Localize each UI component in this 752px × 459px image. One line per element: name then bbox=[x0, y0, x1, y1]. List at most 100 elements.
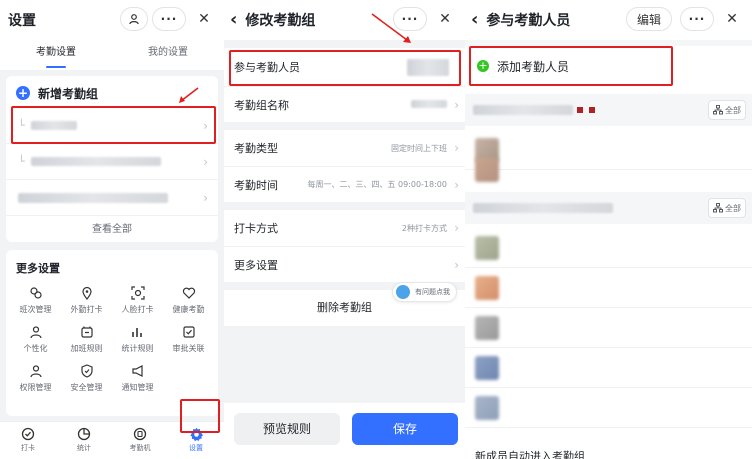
back-icon[interactable]: ‹ bbox=[471, 11, 478, 29]
grid-item-personalize[interactable]: 个性化 bbox=[10, 323, 61, 354]
members-row[interactable]: 参与考勤人员 bbox=[224, 48, 465, 86]
close-button[interactable]: ✕ bbox=[431, 7, 459, 31]
group-item[interactable]: └ › bbox=[6, 108, 218, 144]
list-item[interactable] bbox=[465, 308, 752, 348]
help-bubble[interactable]: 有问题点我 bbox=[392, 282, 457, 302]
grid-item-permission[interactable]: 权限管理 bbox=[10, 362, 61, 393]
nav-stats[interactable]: 统计 bbox=[56, 422, 112, 459]
more-settings-card: 更多设置 班次管理 外勤打卡 人脸打卡 健康考勤 个性化 加班规则 统计规则 审… bbox=[6, 250, 218, 416]
grid-item-approval[interactable]: 审批关联 bbox=[163, 323, 214, 354]
department-header: 全部 bbox=[465, 94, 752, 126]
settings-panel: 设置 ··· ✕ 考勤设置 我的设置 + 新增考勤组 └ › └ › › 查看全… bbox=[0, 0, 224, 459]
bottom-nav: 打卡 统计 考勤机 设置 bbox=[0, 421, 224, 459]
chevron-right-icon: › bbox=[454, 221, 459, 235]
window-controls: ··· ✕ bbox=[120, 7, 218, 31]
nav-checkin[interactable]: 打卡 bbox=[0, 422, 56, 459]
edit-group-footer: 预览规则 保存 bbox=[224, 403, 465, 459]
window-controls: ··· ✕ bbox=[393, 7, 459, 31]
new-group-button[interactable]: + 新增考勤组 bbox=[6, 78, 218, 108]
settings-topbar: 设置 ··· ✕ bbox=[0, 0, 224, 40]
gear-icon bbox=[189, 427, 203, 441]
window-controls: 编辑 ··· ✕ bbox=[626, 7, 746, 31]
grid-item-notify[interactable]: 通知管理 bbox=[112, 362, 163, 393]
close-button[interactable]: ✕ bbox=[190, 7, 218, 31]
edit-button[interactable]: 编辑 bbox=[626, 7, 672, 31]
list-item[interactable] bbox=[465, 268, 752, 308]
attendance-groups-card: + 新增考勤组 └ › └ › › 查看全部 bbox=[6, 76, 218, 242]
grid-item-stats-rule[interactable]: 统计规则 bbox=[112, 323, 163, 354]
preview-rules-button[interactable]: 预览规则 bbox=[234, 413, 340, 445]
view-all-link[interactable]: 查看全部 bbox=[6, 216, 218, 244]
page-title: 参与考勤人员 bbox=[486, 13, 571, 29]
group-item[interactable]: › bbox=[6, 180, 218, 216]
nav-settings[interactable]: 设置 bbox=[168, 422, 224, 459]
settings-tabs: 考勤设置 我的设置 bbox=[0, 40, 224, 70]
close-button[interactable]: ✕ bbox=[718, 7, 746, 31]
select-all-button[interactable]: 全部 bbox=[708, 100, 746, 120]
group-item[interactable]: └ › bbox=[6, 144, 218, 180]
punch-method-row[interactable]: 打卡方式 2种打卡方式 › bbox=[224, 210, 465, 246]
person-icon bbox=[29, 326, 42, 339]
grid-item-shift[interactable]: 班次管理 bbox=[10, 284, 61, 315]
list-item[interactable] bbox=[465, 150, 752, 190]
chevron-right-icon: › bbox=[454, 141, 459, 155]
heart-icon bbox=[182, 287, 195, 299]
location-icon bbox=[81, 286, 92, 300]
grid-item-overtime[interactable]: 加班规则 bbox=[61, 323, 112, 354]
save-button[interactable]: 保存 bbox=[352, 413, 458, 445]
shift-icon bbox=[29, 287, 42, 299]
device-icon bbox=[133, 427, 147, 441]
plus-icon: + bbox=[16, 86, 30, 100]
assistant-avatar-icon bbox=[396, 285, 410, 299]
back-icon[interactable]: ‹ bbox=[230, 11, 237, 29]
profile-button[interactable] bbox=[120, 7, 148, 31]
select-all-button[interactable]: 全部 bbox=[708, 198, 746, 218]
new-group-label: 新增考勤组 bbox=[38, 86, 99, 101]
chevron-right-icon: › bbox=[454, 177, 459, 192]
chevron-right-icon: › bbox=[454, 257, 459, 272]
more-settings-grid: 班次管理 外勤打卡 人脸打卡 健康考勤 个性化 加班规则 统计规则 审批关联 权… bbox=[6, 282, 218, 395]
approval-icon bbox=[182, 326, 195, 338]
megaphone-icon bbox=[131, 365, 143, 377]
user-icon bbox=[129, 14, 139, 25]
edit-group-panel: ‹ 修改考勤组 ··· ✕ 参与考勤人员 考勤组名称 › 考勤类型 固定时间上下… bbox=[224, 0, 465, 459]
list-item[interactable] bbox=[465, 228, 752, 268]
checkin-icon bbox=[21, 427, 35, 441]
members-topbar: ‹ 参与考勤人员 编辑 ··· ✕ bbox=[465, 0, 752, 40]
attendance-type-row[interactable]: 考勤类型 固定时间上下班 › bbox=[224, 130, 465, 166]
grid-item-field-checkin[interactable]: 外勤打卡 bbox=[61, 284, 112, 315]
group-name-row[interactable]: 考勤组名称 › bbox=[224, 86, 465, 122]
add-member-button[interactable]: + 添加考勤人员 bbox=[465, 46, 752, 86]
more-button[interactable]: ··· bbox=[680, 7, 714, 31]
grid-item-face-checkin[interactable]: 人脸打卡 bbox=[112, 284, 163, 315]
more-button[interactable]: ··· bbox=[152, 7, 186, 31]
grid-item-health[interactable]: 健康考勤 bbox=[163, 284, 214, 315]
list-item[interactable] bbox=[465, 348, 752, 388]
more-settings-row[interactable]: 更多设置 › bbox=[224, 246, 465, 282]
list-item[interactable] bbox=[465, 388, 752, 428]
chevron-right-icon: › bbox=[203, 154, 208, 169]
chevron-right-icon: › bbox=[454, 97, 459, 112]
org-tree-icon bbox=[713, 203, 723, 213]
overtime-icon bbox=[80, 326, 93, 338]
stats-icon bbox=[131, 328, 142, 337]
org-tree-icon bbox=[713, 105, 723, 115]
department-header: 全部 bbox=[465, 192, 752, 224]
attendance-time-row[interactable]: 考勤时间 每周一、二、三、四、五 09:00-18:00 › bbox=[224, 166, 465, 202]
auto-join-row[interactable]: 新成员自动进入考勤组 bbox=[475, 448, 585, 459]
plus-icon: + bbox=[477, 59, 489, 72]
page-title: 修改考勤组 bbox=[245, 13, 316, 29]
chevron-right-icon: › bbox=[203, 118, 208, 133]
grid-item-security[interactable]: 安全管理 bbox=[61, 362, 112, 393]
tab-attendance-settings[interactable]: 考勤设置 bbox=[0, 40, 112, 70]
members-panel: ‹ 参与考勤人员 编辑 ··· ✕ + 添加考勤人员 全部 全部 新成员自动进入… bbox=[465, 0, 752, 459]
more-button[interactable]: ··· bbox=[393, 7, 427, 31]
page-title: 设置 bbox=[8, 13, 36, 29]
tab-my-settings[interactable]: 我的设置 bbox=[112, 40, 224, 70]
permission-icon bbox=[29, 365, 42, 378]
more-settings-title: 更多设置 bbox=[16, 262, 60, 275]
nav-device[interactable]: 考勤机 bbox=[112, 422, 168, 459]
edit-group-topbar: ‹ 修改考勤组 ··· ✕ bbox=[224, 0, 465, 40]
shield-icon bbox=[80, 364, 93, 378]
chart-icon bbox=[77, 427, 91, 441]
